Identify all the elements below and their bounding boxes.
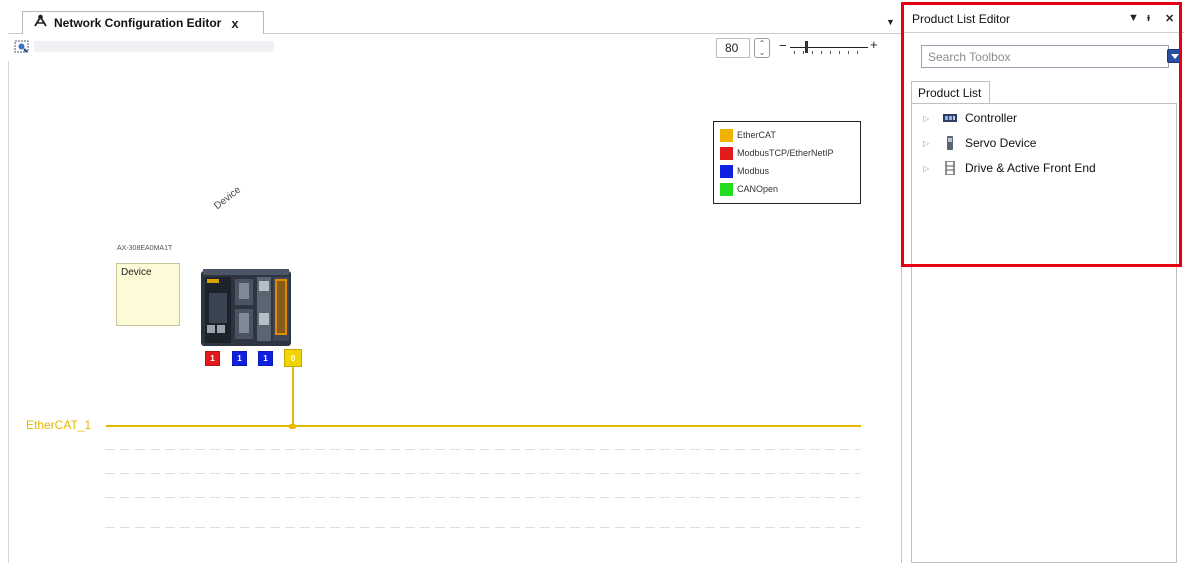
servo-icon [947,136,953,150]
legend-item: Modbus [720,162,854,180]
toolbar-placeholder [34,41,274,52]
zoom-slider[interactable] [790,47,868,48]
protocol-legend: EtherCAT ModbusTCP/EtherNetIP Modbus CANOpe… [713,121,861,204]
port-badge[interactable]: 1 [205,351,220,366]
legend-swatch [720,164,733,178]
placeholder-row [105,497,860,498]
product-list-editor-panel: Product List Editor ▼ ᵻ ✕ Search Toolbox… [901,8,1184,563]
legend-swatch [720,128,733,142]
expand-arrow-icon[interactable]: ▷ [923,114,931,123]
chevron-down-icon[interactable]: ▼ [886,17,895,27]
search-toolbox-input[interactable]: Search Toolbox [921,45,1181,68]
network-canvas[interactable]: EtherCAT ModbusTCP/EtherNetIP Modbus CANOpe… [8,61,901,563]
network-configuration-editor: Network Configuration Editor x ▼ 80 ⌃ ⌄ −… [8,8,901,563]
editor-toolbar: 80 ⌃ ⌄ − + [8,35,901,61]
placeholder-row [105,473,860,474]
ethercat-bus-line[interactable] [106,425,861,427]
expand-arrow-icon[interactable]: ▷ [923,164,931,173]
product-list-tree: ▷ Controller ▷ Servo Device ▷ Drive & Ac… [911,103,1177,563]
port-badge[interactable]: 1 [258,351,273,366]
pin-icon[interactable]: ᵻ [1147,12,1150,24]
placeholder-row [105,449,860,450]
device-name: Device [121,267,152,278]
network-icon [33,14,48,32]
tree-item-servo-device[interactable]: ▷ Servo Device [923,133,1036,153]
port-badge[interactable]: 1 [232,351,247,366]
zoom-input[interactable]: 80 [716,38,750,58]
zoom-spinner[interactable]: ⌃ ⌄ [754,38,770,58]
device-rotated-label: Device [212,184,244,212]
controller-icon [943,114,957,122]
tree-item-drive-active-front-end[interactable]: ▷ Drive & Active Front End [923,158,1096,178]
device-node[interactable]: Device [116,263,180,326]
tab-title: Network Configuration Editor [54,16,222,30]
legend-item: CANOpen [720,180,854,198]
panel-title: Product List Editor [912,12,1011,26]
panel-header: Product List Editor ▼ ᵻ ✕ [902,8,1184,33]
device-model-label: AX-308EA0MA1T [117,245,173,252]
screen: Network Configuration Editor x ▼ 80 ⌃ ⌄ −… [0,0,1184,563]
tree-item-controller[interactable]: ▷ Controller [923,108,1017,128]
tree-item-label: Servo Device [965,136,1037,150]
legend-swatch [720,182,733,196]
legend-item: ModbusTCP/EtherNetIP [720,144,854,162]
zoom-slider-thumb[interactable] [805,41,808,53]
bus-label[interactable]: EtherCAT_1 [26,418,91,432]
tab-network-configuration-editor[interactable]: Network Configuration Editor x [22,11,264,34]
tab-product-list[interactable]: Product List [911,81,990,104]
tree-item-label: Controller [965,111,1018,125]
placeholder-row [105,527,860,528]
legend-label: EtherCAT [737,130,776,140]
search-dropdown-icon[interactable] [1167,49,1181,63]
legend-label: Modbus [737,166,770,176]
legend-swatch [720,146,733,160]
zoom-fit-icon[interactable] [14,39,30,55]
tree-item-label: Drive & Active Front End [965,161,1096,175]
search-placeholder: Search Toolbox [928,50,1011,64]
zoom-in-button[interactable]: + [870,37,878,52]
legend-label: CANOpen [737,184,779,194]
expand-arrow-icon[interactable]: ▷ [923,139,931,148]
close-icon[interactable]: ✕ [1165,12,1174,25]
zoom-out-button[interactable]: − [779,38,787,53]
plc-controller-image[interactable] [201,269,291,346]
ethercat-drop-line [292,367,294,427]
drive-icon [945,161,955,175]
legend-label: ModbusTCP/EtherNetIP [737,148,834,158]
panel-menu-icon[interactable]: ▼ [1128,12,1139,24]
close-icon[interactable]: x [231,16,238,31]
port-badge[interactable]: 0 [284,349,302,367]
legend-item: EtherCAT [720,126,854,144]
editor-tabstrip: Network Configuration Editor x ▼ [8,8,901,34]
